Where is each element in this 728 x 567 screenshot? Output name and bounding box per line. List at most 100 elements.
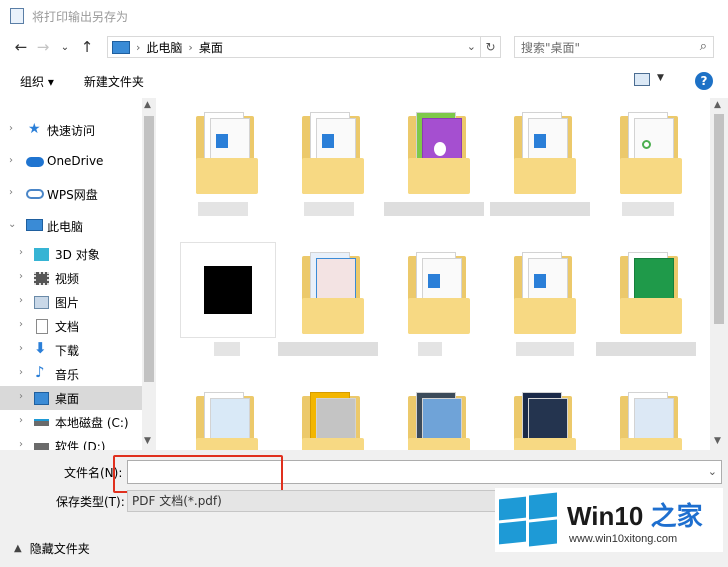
expand-chevron-icon[interactable]: › — [19, 439, 23, 450]
recent-locations-chevron-icon[interactable]: ⌄ — [54, 42, 76, 53]
nav-item-label: 快速访问 — [47, 124, 96, 138]
file-item[interactable] — [180, 378, 276, 450]
folder-icon — [514, 392, 576, 450]
file-item[interactable] — [180, 98, 276, 216]
blurred-file-name — [596, 342, 696, 356]
folder-icon — [620, 392, 682, 450]
watermark-brand-prefix: Win10 — [567, 501, 651, 531]
expand-chevron-icon[interactable]: › — [19, 343, 23, 354]
scroll-up-icon[interactable]: ▲ — [144, 100, 151, 110]
expand-chevron-icon[interactable]: › — [19, 271, 23, 282]
expand-chevron-icon[interactable]: › — [19, 391, 23, 402]
chevron-up-icon: ▲ — [14, 543, 22, 554]
scroll-down-icon[interactable]: ▼ — [144, 436, 151, 446]
chevron-down-icon[interactable]: ⌄ — [708, 465, 717, 478]
nav-item-pictures[interactable]: › 图片 — [0, 290, 142, 314]
hide-folders-label: 隐藏文件夹 — [29, 542, 90, 556]
nav-item-drive-d[interactable]: › 软件 (D:) — [0, 434, 142, 450]
blurred-file-name — [198, 202, 248, 216]
file-item[interactable] — [286, 98, 382, 216]
desktop-icon — [34, 392, 49, 405]
folder-icon — [408, 252, 470, 334]
scrollbar-thumb[interactable] — [144, 116, 154, 382]
watermark-brand: Win10 之家 — [567, 496, 703, 533]
nav-item-music[interactable]: › ♪ 音乐 — [0, 362, 142, 386]
collapse-chevron-icon[interactable]: ⌄ — [8, 219, 16, 230]
hide-folders-toggle[interactable]: ▲ 隐藏文件夹 — [14, 540, 90, 557]
star-icon: ★ — [28, 121, 41, 137]
nav-item-label: 本地磁盘 (C:) — [55, 416, 129, 430]
nav-item-label: OneDrive — [47, 154, 104, 168]
breadcrumb-separator-icon[interactable]: › — [136, 41, 140, 54]
cube-icon — [34, 248, 49, 261]
nav-item-videos[interactable]: › 视频 — [0, 266, 142, 290]
nav-item-drive-c[interactable]: › 本地磁盘 (C:) — [0, 410, 142, 434]
breadcrumb-this-pc[interactable]: 此电脑 — [146, 39, 182, 56]
file-item[interactable] — [392, 238, 488, 356]
windows-logo-icon — [499, 492, 559, 547]
address-field[interactable]: › 此电脑 › 桌面 ⌄ — [107, 36, 481, 58]
expand-chevron-icon[interactable]: › — [9, 155, 13, 166]
file-item[interactable] — [180, 238, 276, 356]
nav-item-downloads[interactable]: › ⬇ 下载 — [0, 338, 142, 362]
chevron-down-icon[interactable]: ▼ — [657, 73, 664, 83]
up-arrow-icon[interactable]: ↑ — [76, 38, 98, 56]
nav-scrollbar[interactable]: ▲ ▼ — [142, 98, 156, 450]
help-icon[interactable]: ? — [695, 72, 713, 90]
expand-chevron-icon[interactable]: › — [19, 415, 23, 426]
word-doc-icon — [322, 134, 334, 148]
view-mode-icon[interactable] — [634, 73, 650, 86]
back-arrow-icon[interactable]: ← — [10, 38, 32, 56]
file-item[interactable] — [286, 378, 382, 450]
chevron-down-icon[interactable]: ⌄ — [467, 40, 476, 53]
blurred-file-name — [304, 202, 354, 216]
navigation-pane: › ★ 快速访问 › OneDrive › WPS网盘 ⌄ 此电脑 › 3D 对… — [0, 98, 142, 450]
expand-chevron-icon[interactable]: › — [9, 123, 13, 134]
folder-icon — [196, 112, 258, 194]
search-icon[interactable]: ⌕ — [700, 39, 707, 54]
file-item[interactable] — [498, 378, 594, 450]
blurred-file-name — [418, 342, 442, 356]
expand-chevron-icon[interactable]: › — [19, 367, 23, 378]
file-item[interactable] — [498, 238, 594, 356]
scroll-down-icon[interactable]: ▼ — [714, 436, 721, 446]
scrollbar-thumb[interactable] — [714, 114, 724, 324]
watermark-url: www.win10xitong.com — [569, 533, 678, 545]
forward-arrow-icon[interactable]: → — [32, 38, 54, 56]
content-scrollbar[interactable]: ▲ ▼ — [710, 98, 728, 450]
organize-button[interactable]: 组织 ▾ — [20, 73, 54, 90]
file-item[interactable] — [604, 378, 700, 450]
file-item[interactable] — [596, 238, 700, 356]
expand-chevron-icon[interactable]: › — [19, 319, 23, 330]
blurred-file-name — [622, 202, 674, 216]
nav-item-desktop[interactable]: › 桌面 — [0, 386, 142, 410]
file-item[interactable] — [278, 238, 382, 356]
nav-item-label: 文档 — [55, 320, 80, 334]
new-folder-button[interactable]: 新建文件夹 — [84, 73, 144, 90]
download-arrow-icon: ⬇ — [34, 339, 47, 357]
nav-item-3d-objects[interactable]: › 3D 对象 — [0, 242, 142, 266]
nav-item-label: 视频 — [55, 272, 80, 286]
nav-item-wps-drive[interactable]: › WPS网盘 — [0, 178, 142, 210]
breadcrumb-desktop[interactable]: 桌面 — [199, 39, 223, 56]
search-input[interactable]: 搜索"桌面" ⌕ — [514, 36, 714, 58]
nav-item-this-pc[interactable]: ⌄ 此电脑 — [0, 210, 142, 242]
file-item[interactable] — [392, 378, 488, 450]
breadcrumb-separator-icon[interactable]: › — [188, 41, 192, 54]
file-item[interactable] — [604, 98, 700, 216]
file-type-label: 保存类型(T): — [56, 495, 125, 509]
highlight-annotation — [113, 455, 283, 493]
nav-item-label: 此电脑 — [47, 220, 84, 234]
blurred-file-name — [516, 342, 574, 356]
file-item[interactable] — [490, 98, 594, 216]
music-note-icon: ♪ — [35, 363, 45, 381]
refresh-icon[interactable]: ↻ — [481, 36, 501, 58]
nav-item-quick-access[interactable]: › ★ 快速访问 — [0, 114, 142, 146]
expand-chevron-icon[interactable]: › — [9, 187, 13, 198]
nav-item-onedrive[interactable]: › OneDrive — [0, 146, 142, 178]
expand-chevron-icon[interactable]: › — [19, 295, 23, 306]
nav-item-documents[interactable]: › 文档 — [0, 314, 142, 338]
expand-chevron-icon[interactable]: › — [19, 247, 23, 258]
file-item[interactable] — [384, 98, 488, 216]
scroll-up-icon[interactable]: ▲ — [714, 100, 721, 110]
